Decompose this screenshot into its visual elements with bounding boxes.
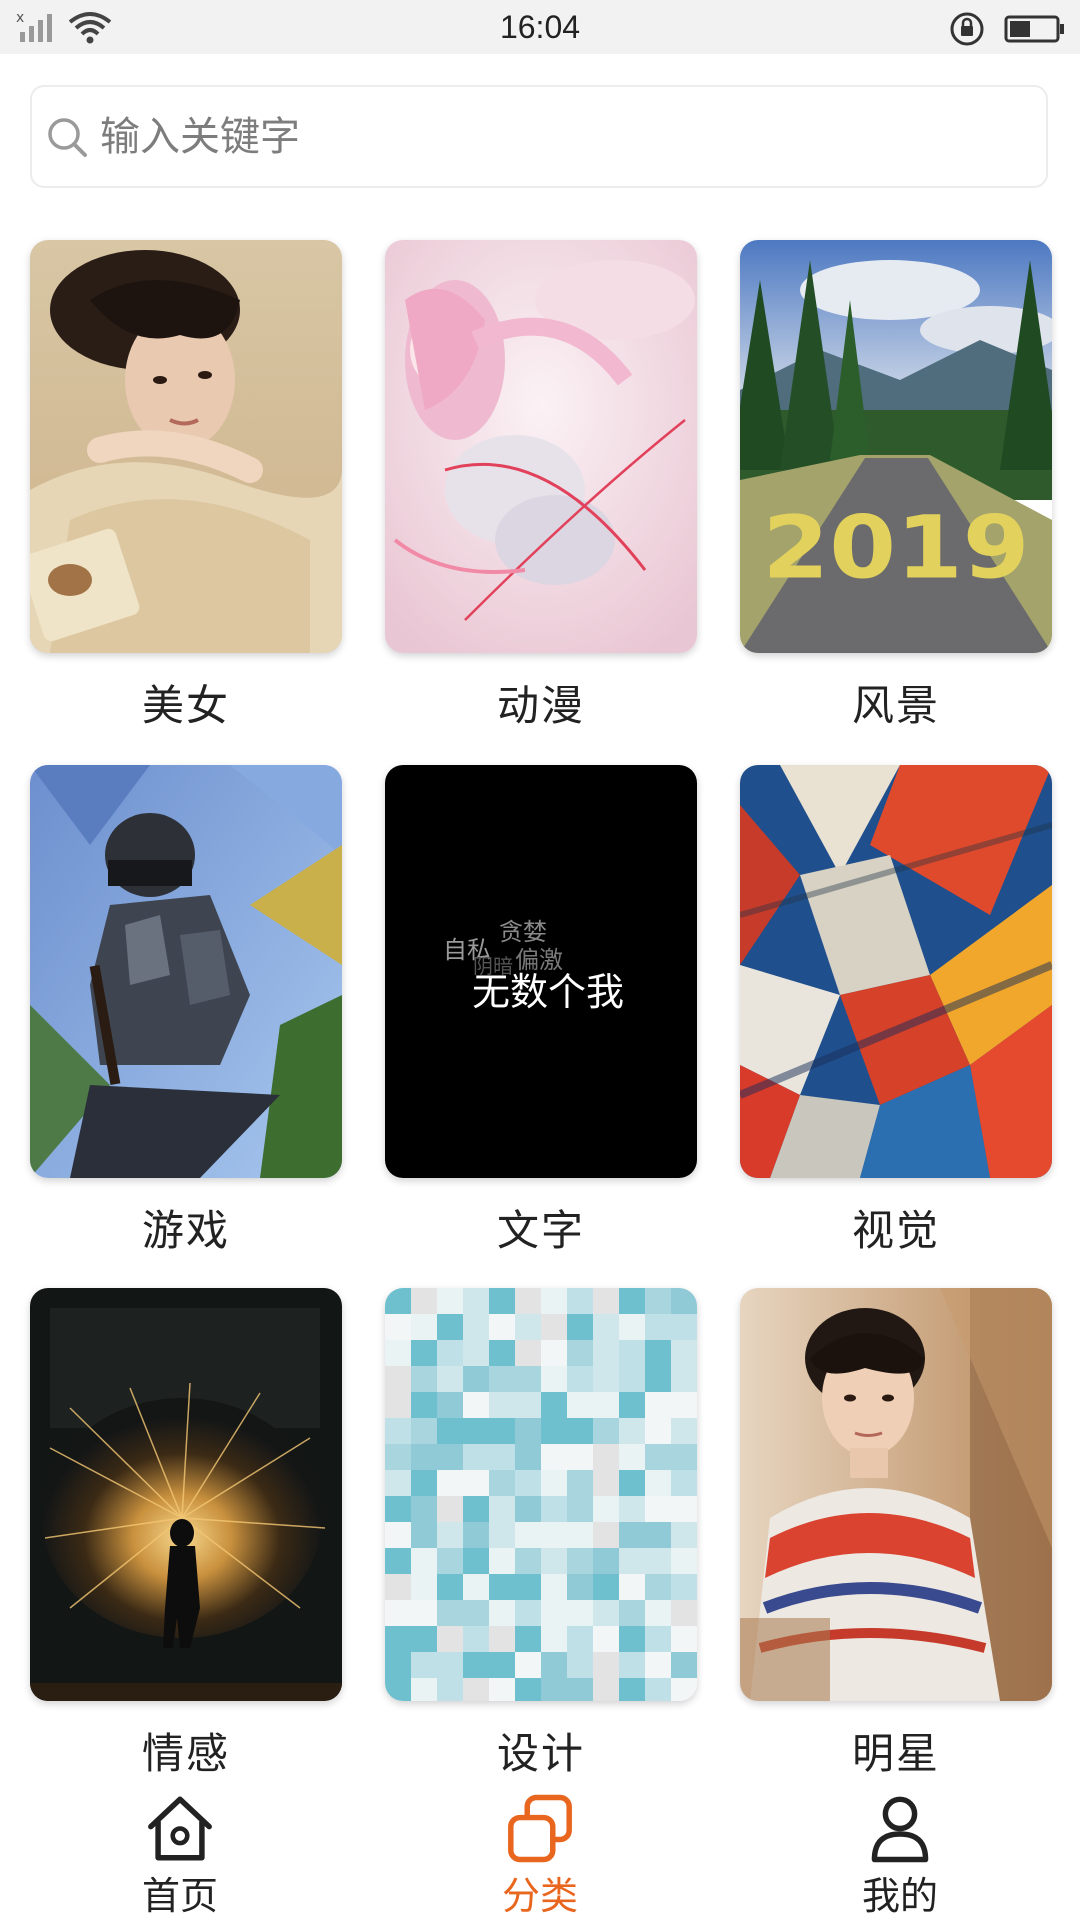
category-thumbnail[interactable] [740, 765, 1052, 1178]
category-card-anime[interactable]: 动漫 [385, 240, 697, 730]
category-label: 设计 [496, 1729, 585, 1778]
category-label: 文字 [496, 1206, 585, 1255]
category-label: 游戏 [141, 1206, 230, 1255]
category-thumbnail[interactable]: 贪婪 自私 阴暗 偏激 无数个我 [385, 765, 697, 1178]
category-label: 风景 [851, 681, 940, 730]
nav-item-profile[interactable]: 我的 [810, 1780, 990, 1920]
black-text-wallpaper: 贪婪 自私 阴暗 偏激 无数个我 [385, 765, 697, 1178]
abstract-paint-diamonds [740, 765, 1052, 1178]
category-card-emotion[interactable]: 情感 [30, 1288, 342, 1778]
category-card-celebrity[interactable]: 明星 [740, 1288, 1052, 1778]
user-icon [871, 1796, 929, 1863]
nav-label-home: 首页 [141, 1874, 218, 1918]
category-label: 美女 [141, 681, 230, 730]
category-card-visual[interactable]: 视觉 [740, 765, 1052, 1255]
sparkler-silhouette-photo [30, 1288, 342, 1701]
category-card-design[interactable]: 设计 [385, 1288, 697, 1778]
soldier-helmet-game-art [30, 765, 342, 1178]
category-icon [508, 1794, 572, 1863]
category-thumbnail[interactable] [30, 765, 342, 1178]
anime-girl-pink-illustration [385, 240, 697, 653]
nav-label-profile: 我的 [861, 1874, 938, 1918]
category-thumbnail[interactable]: 2019 [740, 240, 1052, 653]
category-thumbnail[interactable] [385, 240, 697, 653]
road-text: 2019 [762, 497, 1029, 598]
category-card-games[interactable]: 游戏 [30, 765, 342, 1255]
category-label: 动漫 [496, 681, 585, 730]
category-label: 明星 [851, 1729, 940, 1778]
category-card-beauty[interactable]: 美女 [30, 240, 342, 730]
category-grid: 美女 动漫 2019 风景 游戏 贪婪 自私 阴暗 偏激 无数个我 文字 视觉 … [0, 0, 1080, 1920]
app-root: x 16:04 输入关键字 美女 动漫 2019 风景 游戏 贪婪 自私 阴暗 … [0, 0, 1080, 1920]
home-icon [148, 1796, 212, 1861]
nav-label-category: 分类 [501, 1874, 578, 1918]
bottom-navigation: 首页 分类 我的 [0, 1780, 1080, 1920]
category-label: 情感 [141, 1729, 230, 1778]
category-card-scenery[interactable]: 2019 风景 [740, 240, 1052, 730]
category-thumbnail[interactable] [30, 240, 342, 653]
young-man-sweater-photo [740, 1288, 1052, 1701]
girl-lying-photo [30, 240, 342, 653]
category-card-text[interactable]: 贪婪 自私 阴暗 偏激 无数个我 文字 [385, 765, 697, 1255]
nav-item-home[interactable]: 首页 [90, 1780, 270, 1920]
forest-road-2019-photo: 2019 [740, 240, 1052, 653]
nav-item-category[interactable]: 分类 [450, 1780, 630, 1920]
text-main: 无数个我 [472, 970, 624, 1014]
category-thumbnail[interactable] [30, 1288, 342, 1701]
teal-pixel-mosaic [385, 1288, 697, 1701]
text-word-greed: 贪婪 [499, 918, 547, 946]
category-label: 视觉 [851, 1206, 940, 1255]
category-thumbnail[interactable] [385, 1288, 697, 1701]
category-thumbnail[interactable] [740, 1288, 1052, 1701]
